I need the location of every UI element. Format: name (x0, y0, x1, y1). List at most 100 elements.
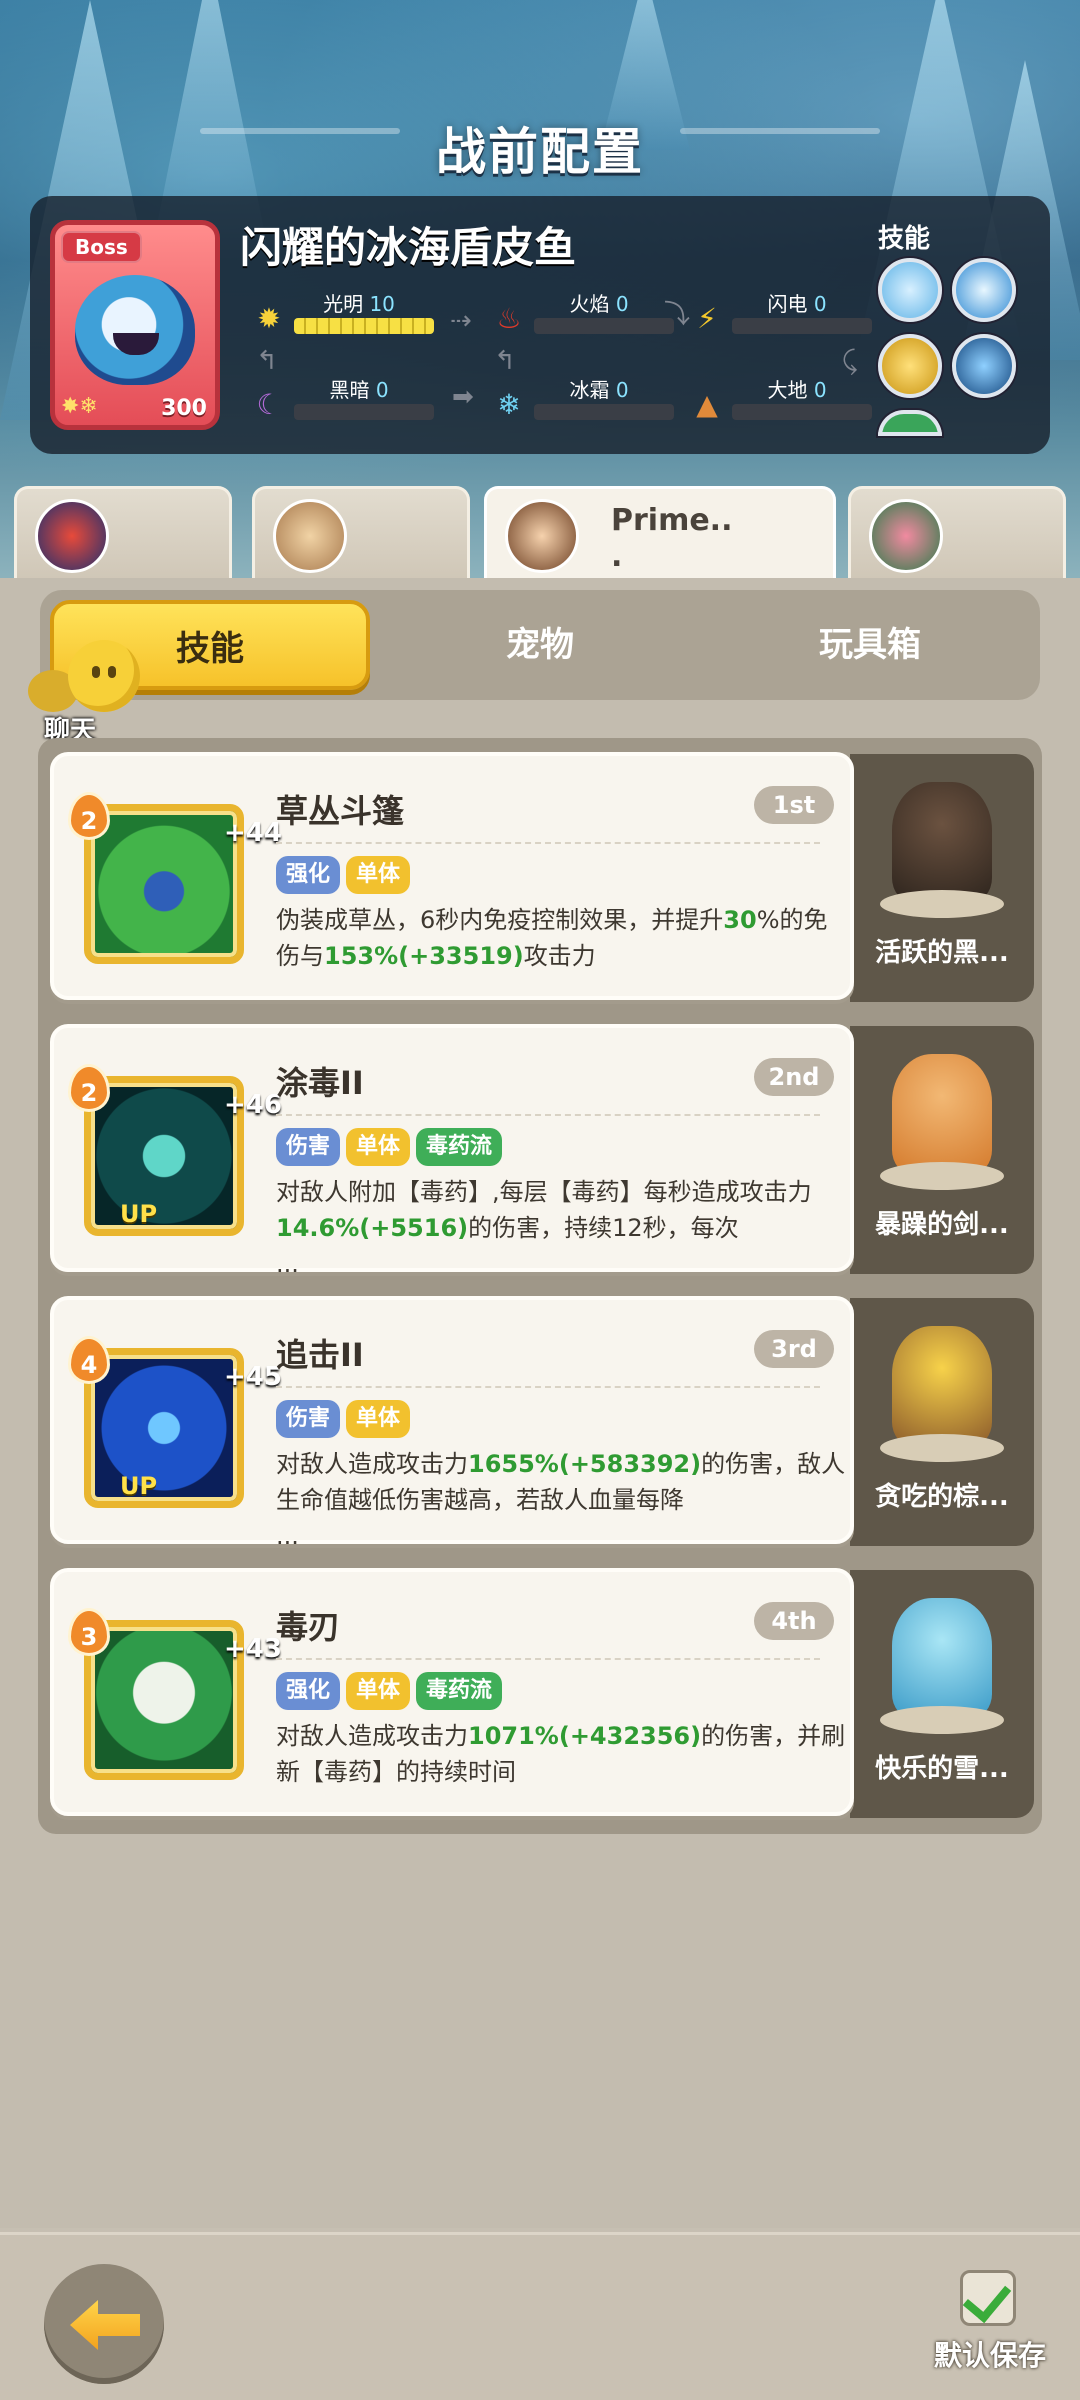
segment-tabbar: 技能 宠物 玩具箱 (40, 590, 1040, 700)
skill-plus-level: +43 (224, 1634, 282, 1664)
default-save-checkbox[interactable] (960, 2270, 1016, 2326)
pet-pedestal (880, 1434, 1004, 1462)
pet-slot-2[interactable]: 暴躁的剑... (850, 1026, 1034, 1274)
boss-skill-lion-icon[interactable] (878, 334, 942, 398)
character-tab-1[interactable] (14, 486, 232, 582)
stat-earth: ▲ 大地 0 (690, 374, 890, 424)
desc-highlight: 30 (723, 906, 757, 934)
character-tab-2[interactable] (252, 486, 470, 582)
skill-plus-level: +45 (224, 1362, 282, 1392)
skill-title: 草丛斗篷 (276, 792, 405, 830)
chat-button[interactable]: 聊天 (24, 640, 140, 750)
skill-tag: 强化 (276, 1672, 341, 1710)
stat-value: 0 (615, 292, 629, 316)
skill-description: 对敌人附加【毒药】,每层【毒药】每秒造成攻击力 14.6%(+5516)的伤害，持… (276, 1174, 846, 1282)
stat-value: 0 (813, 292, 827, 316)
skill-level-badge: 2 (68, 1064, 110, 1112)
arrow-icon: ↰ (494, 346, 516, 376)
boss-tag: Boss (61, 231, 142, 263)
fire-icon: ♨ (496, 302, 522, 335)
skill-tag: 单体 (346, 1400, 411, 1438)
stat-value: 10 (369, 292, 395, 316)
skill-title: 涂毒II (276, 1064, 364, 1102)
skill-card-2[interactable]: 2 +46 UP 涂毒II 2nd 伤害 单体 毒药流 对敌人附加【毒药】,每层… (50, 1024, 854, 1278)
skill-description: 对敌人造成攻击力1071%(+432356)的伤害，并刷新【毒药】的持续时间 (276, 1718, 846, 1790)
stat-label: 闪电 (767, 292, 808, 316)
character-name: Prime.. . (611, 503, 733, 574)
pet-slot-1[interactable]: 活跃的黑... (850, 754, 1034, 1002)
back-button[interactable] (44, 2264, 164, 2384)
character-tab-4[interactable] (848, 486, 1066, 582)
boss-skill-bird-icon[interactable] (952, 334, 1016, 398)
skill-card-4[interactable]: 3 +43 毒刃 4th 强化 单体 毒药流 对敌人造成攻击力1071%(+43… (50, 1568, 854, 1816)
default-save-label: 默认保存 (934, 2339, 1047, 2372)
pet-snow-creature-figure (892, 1598, 992, 1718)
arrow-icon: ⤵ (664, 300, 691, 330)
lightning-icon: ⚡ (697, 302, 717, 335)
skill-tags: 伤害 单体 毒药流 (276, 1128, 503, 1166)
desc-text: 对敌人造成攻击力 (276, 1722, 468, 1750)
pet-pedestal (880, 1162, 1004, 1190)
pet-bear-bee-figure (892, 1326, 992, 1446)
tab-pets[interactable]: 宠物 (380, 600, 700, 690)
desc-highlight: 1071%(+432356) (468, 1722, 702, 1750)
stat-fill (294, 318, 434, 334)
desc-text: 对敌人造成攻击力 (276, 1450, 468, 1478)
boss-skill-ice-wave-icon[interactable] (952, 258, 1016, 322)
skill-tag: 单体 (346, 1672, 411, 1710)
skill-plus-level: +44 (224, 818, 282, 848)
skill-rank-badge: 2nd (754, 1058, 834, 1096)
back-arrow-icon (70, 2300, 140, 2350)
skill-rank-badge: 4th (754, 1602, 834, 1640)
skill-level-badge: 4 (68, 1336, 110, 1384)
character-tab-3[interactable]: Prime.. . (484, 486, 836, 586)
character-avatar (35, 499, 109, 573)
sun-icon: ✹ (257, 302, 281, 335)
desc-ellipsis: ... (276, 1250, 299, 1278)
skill-tag: 单体 (346, 1128, 411, 1166)
character-avatar (505, 499, 579, 573)
stat-bar (732, 404, 872, 420)
skill-card-1[interactable]: 2 +44 草丛斗篷 1st 强化 单体 伪装成草丛，6秒内免疫控制效果，并提升… (50, 752, 854, 1000)
stat-lightning: ⚡ 闪电 0 (690, 288, 890, 338)
desc-text: 的伤害，持续12秒，每次 (468, 1214, 739, 1242)
skill-tags: 强化 单体 毒药流 (276, 1672, 503, 1710)
pet-pedestal (880, 890, 1004, 918)
desc-text: 攻击力 (523, 942, 596, 970)
desc-ellipsis: ... (276, 1522, 299, 1550)
character-avatar (869, 499, 943, 573)
skill-card-3[interactable]: 4 +45 UP 追击II 3rd 伤害 单体 对敌人造成攻击力1655%(+5… (50, 1296, 854, 1550)
skill-title: 追击II (276, 1336, 364, 1374)
boss-skills-label: 技能 (878, 224, 931, 254)
skill-level-badge: 3 (68, 1608, 110, 1656)
arrow-icon: ↰ (256, 346, 278, 376)
desc-highlight: 153%(+33519) (324, 942, 524, 970)
stat-value: 0 (813, 378, 827, 402)
boss-avatar[interactable]: Boss ✸❄ 300 (50, 220, 220, 430)
stat-bar (534, 404, 674, 420)
moon-icon: ☾ (256, 388, 282, 421)
pet-boar-figure (892, 782, 992, 902)
skill-level-badge: 2 (68, 792, 110, 840)
desc-text: 伪装成草丛，6秒内免疫控制效果，并提升 (276, 906, 724, 934)
skill-tag: 单体 (346, 856, 411, 894)
tab-toybox[interactable]: 玩具箱 (710, 600, 1030, 690)
boss-name: 闪耀的冰海盾皮鱼 (240, 223, 577, 272)
stat-bar (732, 318, 872, 334)
stat-value: 0 (375, 378, 389, 402)
arrow-icon: ⤹ (842, 346, 858, 376)
stat-label: 光明 (323, 292, 364, 316)
divider (276, 1658, 820, 1660)
pet-name: 快乐的雪... (875, 1754, 1009, 1784)
divider (276, 1386, 820, 1388)
stat-label: 黑暗 (329, 378, 370, 402)
boss-skill-ice-crystal-icon[interactable] (878, 258, 942, 322)
pet-slot-4[interactable]: 快乐的雪... (850, 1570, 1034, 1818)
stat-dark: ☾ 黑暗 0 (252, 374, 452, 424)
boss-level: 300 (161, 396, 207, 421)
skill-plus-level: +46 (224, 1090, 282, 1120)
skill-tag: 毒药流 (416, 1672, 503, 1710)
boss-creature-portrait (75, 275, 195, 385)
pet-name: 贪吃的棕... (875, 1482, 1009, 1512)
pet-slot-3[interactable]: 贪吃的棕... (850, 1298, 1034, 1546)
